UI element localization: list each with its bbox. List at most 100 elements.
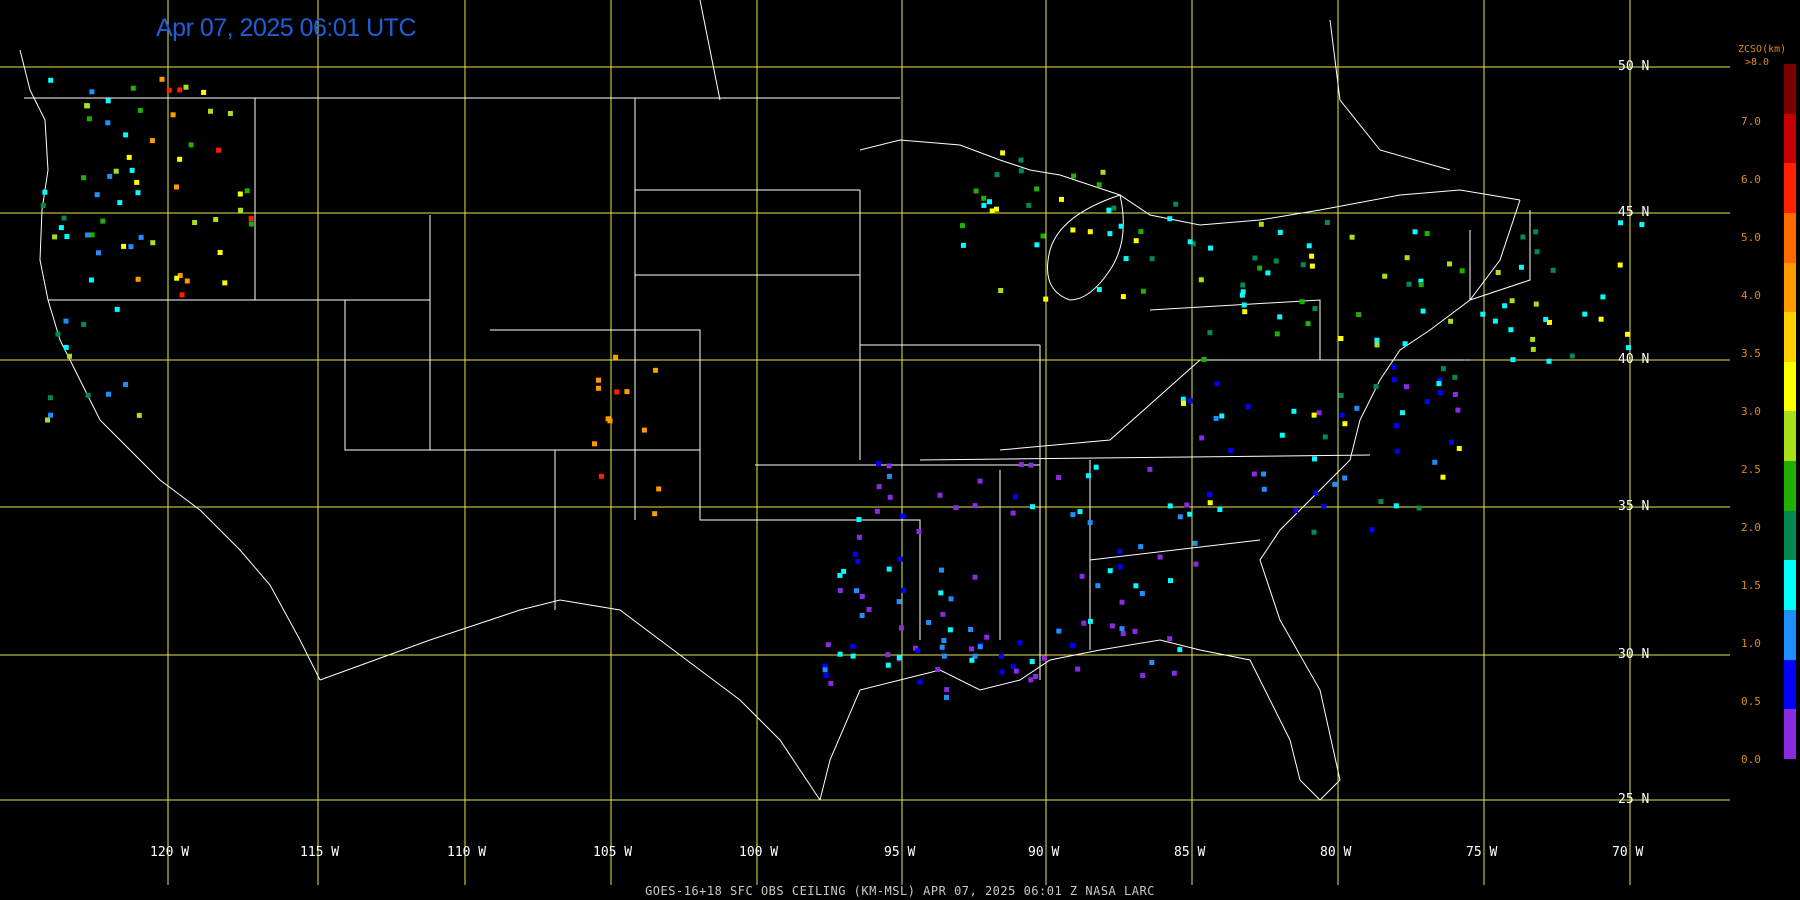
station-marker xyxy=(166,87,172,93)
station-marker xyxy=(184,278,190,284)
station-marker xyxy=(850,643,856,649)
station-marker xyxy=(170,112,176,118)
station-marker xyxy=(188,142,194,148)
station-marker xyxy=(1241,302,1247,308)
station-marker xyxy=(837,588,843,593)
color-legend-bar xyxy=(1784,64,1796,759)
station-marker xyxy=(217,250,223,255)
station-marker xyxy=(977,644,983,650)
station-marker xyxy=(1373,384,1379,389)
station-marker xyxy=(1139,591,1145,596)
station-marker xyxy=(1028,677,1034,683)
station-marker xyxy=(137,107,143,113)
station-marker xyxy=(149,138,155,144)
station-marker xyxy=(1261,471,1267,477)
station-marker xyxy=(1207,500,1213,506)
station-marker xyxy=(1085,473,1091,479)
latitude-label: 50 N xyxy=(1618,59,1650,74)
station-marker xyxy=(1010,510,1016,516)
station-marker xyxy=(1452,374,1458,380)
longitude-label: 120 W xyxy=(150,845,190,860)
station-marker xyxy=(128,244,134,250)
station-marker xyxy=(1207,330,1213,336)
station-marker xyxy=(105,120,111,126)
station-marker xyxy=(973,188,979,194)
station-marker xyxy=(998,288,1004,293)
station-marker xyxy=(1459,268,1465,274)
station-marker xyxy=(1017,640,1023,646)
station-marker xyxy=(937,492,943,498)
station-marker xyxy=(89,232,95,238)
station-marker xyxy=(1416,505,1422,511)
station-marker xyxy=(174,184,179,190)
station-marker xyxy=(1306,243,1312,249)
page-title: Apr 07, 2025 06:01 UTC xyxy=(156,14,417,42)
footer-caption: GOES-16+18 SFC OBS CEILING (KM-MSL) APR … xyxy=(645,884,1155,898)
station-marker xyxy=(901,587,907,593)
latitude-label: 40 N xyxy=(1618,352,1650,367)
legend-label: 3.5 xyxy=(1741,347,1761,360)
station-marker xyxy=(1432,459,1438,465)
station-marker xyxy=(1056,628,1062,634)
station-marker xyxy=(1338,336,1344,341)
station-marker xyxy=(596,377,601,383)
station-marker xyxy=(1495,270,1501,275)
station-marker xyxy=(1418,282,1424,287)
longitude-label: 85 W xyxy=(1174,845,1206,860)
station-marker xyxy=(81,321,87,327)
station-marker xyxy=(126,154,132,160)
station-marker xyxy=(1149,660,1155,665)
longitude-label: 75 W xyxy=(1466,845,1498,860)
station-marker xyxy=(947,627,953,633)
legend-label: 0.5 xyxy=(1741,695,1761,708)
station-marker xyxy=(624,389,630,395)
station-marker xyxy=(1079,573,1085,579)
station-marker xyxy=(96,250,101,256)
legend-swatch xyxy=(1784,361,1796,412)
station-marker xyxy=(1056,475,1062,480)
legend-swatch xyxy=(1784,709,1796,759)
station-marker xyxy=(981,202,987,208)
station-marker xyxy=(1452,392,1458,397)
station-marker xyxy=(1251,471,1257,477)
station-marker xyxy=(1277,229,1283,235)
station-marker xyxy=(64,234,70,239)
station-marker xyxy=(999,669,1005,675)
station-marker xyxy=(960,242,966,248)
station-marker xyxy=(896,655,902,660)
station-marker xyxy=(1492,318,1498,324)
legend-label: 7.0 xyxy=(1741,115,1761,128)
station-marker xyxy=(1100,169,1106,175)
station-marker xyxy=(876,461,881,467)
station-marker xyxy=(1173,201,1179,207)
station-marker xyxy=(1456,446,1462,451)
station-marker xyxy=(1081,620,1087,626)
station-marker xyxy=(1402,341,1408,347)
longitude-label: 110 W xyxy=(447,845,487,860)
station-marker xyxy=(653,367,658,373)
legend-swatch xyxy=(1784,113,1796,164)
station-marker xyxy=(1394,448,1400,454)
station-marker xyxy=(968,627,974,632)
station-marker xyxy=(208,108,213,114)
station-marker xyxy=(248,216,254,222)
station-marker xyxy=(183,84,189,90)
station-marker xyxy=(1356,312,1362,318)
station-marker xyxy=(886,463,892,469)
station-marker xyxy=(944,694,949,700)
station-marker xyxy=(1093,464,1099,470)
station-marker xyxy=(1378,499,1384,504)
station-marker xyxy=(1120,294,1126,300)
station-marker xyxy=(1257,265,1263,271)
station-marker xyxy=(1208,245,1213,251)
station-marker xyxy=(1187,239,1193,245)
station-marker xyxy=(1617,262,1623,268)
station-marker xyxy=(1440,366,1446,372)
station-marker xyxy=(47,395,53,401)
station-marker xyxy=(177,156,183,162)
station-marker xyxy=(63,344,69,350)
station-marker xyxy=(237,191,243,197)
station-marker xyxy=(1034,242,1040,248)
station-marker xyxy=(1332,481,1338,487)
station-marker xyxy=(123,382,129,387)
